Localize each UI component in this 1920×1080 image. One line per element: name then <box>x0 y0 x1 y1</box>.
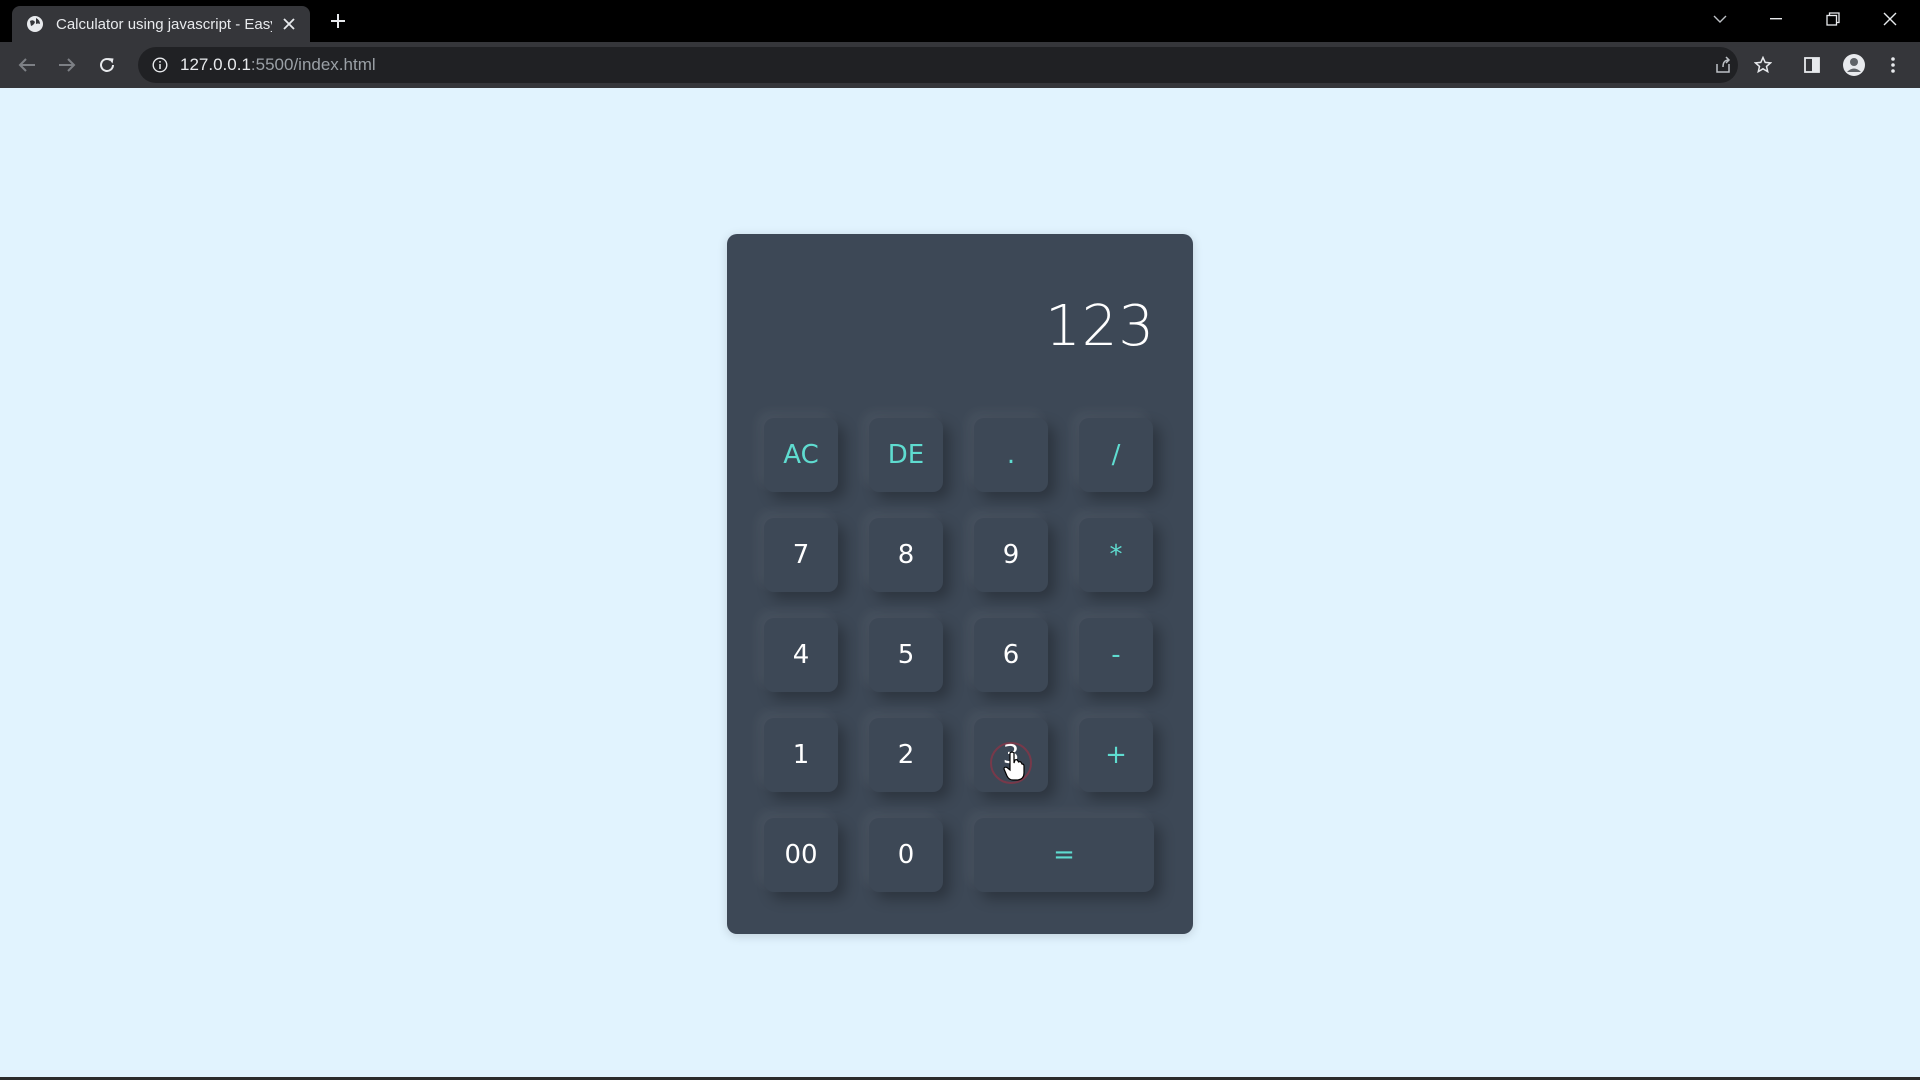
browser-tab[interactable]: Calculator using javascript - Easy <box>12 6 310 42</box>
digit-6-button[interactable]: 6 <box>974 618 1048 692</box>
browser-titlebar: Calculator using javascript - Easy <box>0 0 1920 42</box>
close-tab-icon[interactable] <box>278 13 300 35</box>
digit-1-button[interactable]: 1 <box>764 718 838 792</box>
calculator-display: 123 <box>1045 294 1155 359</box>
site-info-icon[interactable] <box>150 55 170 75</box>
equals-button[interactable]: = <box>974 818 1154 892</box>
digit-0-button[interactable]: 0 <box>869 818 943 892</box>
globe-icon <box>26 15 44 33</box>
forward-icon[interactable] <box>52 50 82 80</box>
double-zero-button[interactable]: 00 <box>764 818 838 892</box>
new-tab-icon[interactable] <box>326 9 350 33</box>
digit-4-button[interactable]: 4 <box>764 618 838 692</box>
browser-toolbar: 127.0.0.1:5500/index.html <box>0 42 1920 88</box>
digit-3-button[interactable]: 3 <box>974 718 1048 792</box>
clear-all-button[interactable]: AC <box>764 418 838 492</box>
digit-9-button[interactable]: 9 <box>974 518 1048 592</box>
tab-title: Calculator using javascript - Easy <box>56 15 272 33</box>
digit-5-button[interactable]: 5 <box>869 618 943 692</box>
bookmark-star-icon[interactable] <box>1748 50 1778 80</box>
address-bar[interactable]: 127.0.0.1:5500/index.html <box>138 47 1738 83</box>
url-text: 127.0.0.1:5500/index.html <box>180 55 376 75</box>
digit-8-button[interactable]: 8 <box>869 518 943 592</box>
url-host: 127.0.0.1 <box>180 55 251 74</box>
restore-icon[interactable] <box>1805 0 1861 38</box>
close-window-icon[interactable] <box>1862 0 1918 38</box>
side-panel-icon[interactable] <box>1797 50 1827 80</box>
tab-search-icon[interactable] <box>1692 0 1748 38</box>
calculator: 123 AC DE . / 7 8 9 * 4 5 6 - 1 2 3 + 00… <box>727 234 1193 934</box>
minimize-icon[interactable] <box>1748 0 1804 38</box>
menu-kebab-icon[interactable] <box>1878 50 1908 80</box>
digit-2-button[interactable]: 2 <box>869 718 943 792</box>
profile-avatar-icon[interactable] <box>1839 50 1869 80</box>
share-icon[interactable] <box>1708 50 1738 80</box>
subtract-button[interactable]: - <box>1079 618 1153 692</box>
multiply-button[interactable]: * <box>1079 518 1153 592</box>
back-icon[interactable] <box>12 50 42 80</box>
add-button[interactable]: + <box>1079 718 1153 792</box>
delete-button[interactable]: DE <box>869 418 943 492</box>
url-path: :5500/index.html <box>250 55 376 74</box>
decimal-button[interactable]: . <box>974 418 1048 492</box>
digit-7-button[interactable]: 7 <box>764 518 838 592</box>
reload-icon[interactable] <box>92 50 122 80</box>
divide-button[interactable]: / <box>1079 418 1153 492</box>
